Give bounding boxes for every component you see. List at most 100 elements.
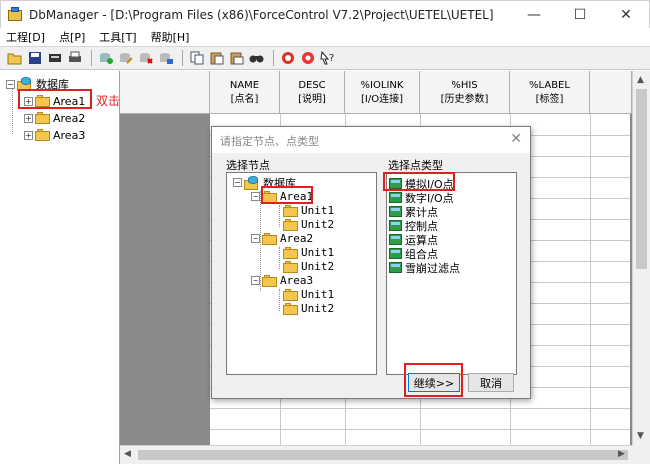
dialog-tree-area3[interactable]: − Area3 [251,273,313,288]
point-type-label: 雪崩过滤点 [405,261,460,275]
copy-icon[interactable] [188,49,206,67]
point-type-icon [389,192,402,203]
dialog-tree-unit[interactable]: Unit1 [283,203,334,218]
collapse-icon[interactable]: − [251,192,260,201]
horizontal-scrollbar[interactable]: ◀ ▶ [120,445,632,464]
highlight-continue [404,363,463,397]
unit-label: Unit1 [301,204,335,217]
toolbar: ? [0,46,650,70]
window-title: DbManager - [D:\Program Files (x86)\Forc… [29,7,494,22]
dialog-tree-unit[interactable]: Unit2 [283,217,334,232]
point-type-list[interactable]: 模拟I/O点 数字I/O点 累计点 控制点 运算点 组合点 雪崩过滤点 [386,172,517,375]
dialog-tree-unit[interactable]: Unit1 [283,287,334,302]
tree-item-label: Area3 [53,128,86,142]
point-type-icon [389,234,402,245]
menu-point[interactable]: 点[P] [59,29,85,45]
column-header-empty [590,71,632,114]
close-button[interactable]: ✕ [603,1,649,29]
column-header-name[interactable]: NAME [点名] [210,71,280,114]
dialog-title-bar: 请指定节点、点类型 ✕ [212,127,530,153]
folder-icon [35,112,50,124]
collapse-icon[interactable]: − [251,276,260,285]
column-header-iolink[interactable]: %IOLINK [I/O连接] [345,71,420,114]
tree-item-label: Area2 [53,111,86,125]
maximize-button[interactable]: ☐ [557,1,603,29]
scroll-up-icon[interactable]: ▲ [637,75,644,85]
column-header-desc[interactable]: DESC [说明] [280,71,345,114]
cancel-button[interactable]: 取消 [468,373,514,392]
minimize-button[interactable]: — [511,1,557,29]
delete-point-icon[interactable] [137,49,155,67]
column-header-label[interactable]: %LABEL [标签] [510,71,590,114]
scroll-left-icon[interactable]: ◀ [124,449,131,459]
point-type-icon [389,262,402,273]
unit-label: Unit2 [301,260,335,273]
point-type-icon [389,206,402,217]
select-node-dialog: 请指定节点、点类型 ✕ 选择节点 选择点类型 − 数据库 − Area1 Uni… [211,126,531,399]
folder-icon [283,204,298,217]
unit-label: Unit1 [301,288,335,301]
folder-icon [35,129,50,141]
vertical-scrollbar[interactable]: ▲ ▼ [632,71,650,445]
scroll-corner [632,445,650,464]
menu-project[interactable]: 工程[D] [6,29,45,45]
help-icon[interactable]: ? [319,49,337,67]
tree-item-area3[interactable]: + Area3 [24,127,85,143]
column-header-his[interactable]: %HIS [历史参数] [420,71,510,114]
node-label: 选择节点 [226,159,270,172]
collapse-icon[interactable]: − [251,234,260,243]
expand-icon[interactable]: + [24,113,33,123]
folder-icon [283,246,298,259]
type-label: 选择点类型 [388,159,443,172]
point-type-icon [389,248,402,259]
expand-icon[interactable]: + [24,130,33,140]
dialog-close-icon[interactable]: ✕ [510,131,522,147]
add-point-icon[interactable] [97,49,115,67]
tree-item-area2[interactable]: + Area2 [24,110,85,126]
folder-icon [283,218,298,231]
print-icon[interactable] [66,49,84,67]
cut-icon[interactable] [46,49,64,67]
collapse-icon[interactable]: − [6,79,15,89]
paste-icon[interactable] [208,49,226,67]
database-icon [244,175,260,190]
folder-icon [283,302,298,315]
collapse-icon[interactable]: − [233,178,242,187]
highlight-dialog-area1 [261,186,313,204]
folder-icon [283,260,298,273]
dialog-tree-unit[interactable]: Unit1 [283,245,334,260]
area-label: Area3 [280,274,314,287]
scroll-down-icon[interactable]: ▼ [637,431,644,441]
menu-tools[interactable]: 工具[T] [99,29,136,45]
folder-icon [262,232,277,245]
dialog-tree-unit[interactable]: Unit2 [283,301,334,316]
stop-icon[interactable] [279,49,297,67]
menu-help[interactable]: 帮助[H] [151,29,190,45]
unit-label: Unit2 [301,218,335,231]
import-icon[interactable] [157,49,175,67]
database-tree: − 数据库 + Area1 + Area2 + Area3 [0,71,120,464]
title-bar: DbManager - [D:\Program Files (x86)\Forc… [0,0,650,28]
dialog-title: 请指定节点、点类型 [220,135,319,148]
area-label: Area2 [280,232,314,245]
menu-bar: 工程[D] 点[P] 工具[T] 帮助[H] [0,28,650,46]
scroll-right-icon[interactable]: ▶ [618,449,625,459]
scroll-thumb[interactable] [636,89,647,269]
find-icon[interactable] [248,49,266,67]
point-type-item[interactable]: 雪崩过滤点 [389,260,460,275]
point-type-icon [389,220,402,231]
folder-icon [262,274,277,287]
edit-point-icon[interactable] [117,49,135,67]
open-icon[interactable] [6,49,24,67]
unit-label: Unit2 [301,302,335,315]
highlight-area1 [18,89,92,109]
folder-icon [283,288,298,301]
dialog-tree-unit[interactable]: Unit2 [283,259,334,274]
dialog-tree-area2[interactable]: − Area2 [251,231,313,246]
unit-label: Unit1 [301,246,335,259]
paste-special-icon[interactable] [228,49,246,67]
svg-text:?: ? [329,53,334,64]
save-icon[interactable] [26,49,44,67]
scroll-thumb[interactable] [138,450,628,460]
settings-icon[interactable] [299,49,317,67]
